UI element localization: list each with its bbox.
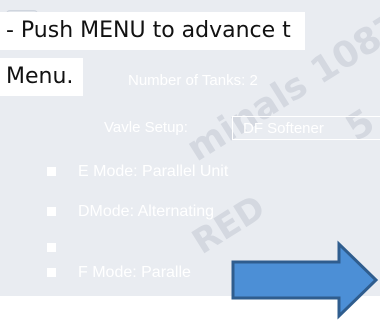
mode-label: DMode: Alternating (78, 203, 215, 220)
right-arrow-icon (227, 240, 380, 320)
checkbox-icon[interactable] (47, 207, 56, 216)
checkbox-icon[interactable] (47, 243, 56, 252)
number-of-tanks-label: Number of Tanks: 2 (128, 72, 258, 89)
instruction-line-1: - Push MENU to advance t (0, 12, 305, 50)
right-arrow-shape (231, 240, 379, 320)
instruction-line-2: Menu. (0, 58, 84, 96)
mode-label: F Mode: Paralle (78, 264, 191, 281)
mode-label: E Mode: Parallel Unit (78, 163, 229, 180)
checkbox-icon[interactable] (47, 268, 56, 277)
valve-setup-value[interactable]: DF Softener (232, 116, 380, 140)
checkbox-icon[interactable] (47, 167, 56, 176)
valve-setup-label: Vavle Setup: (104, 119, 188, 136)
